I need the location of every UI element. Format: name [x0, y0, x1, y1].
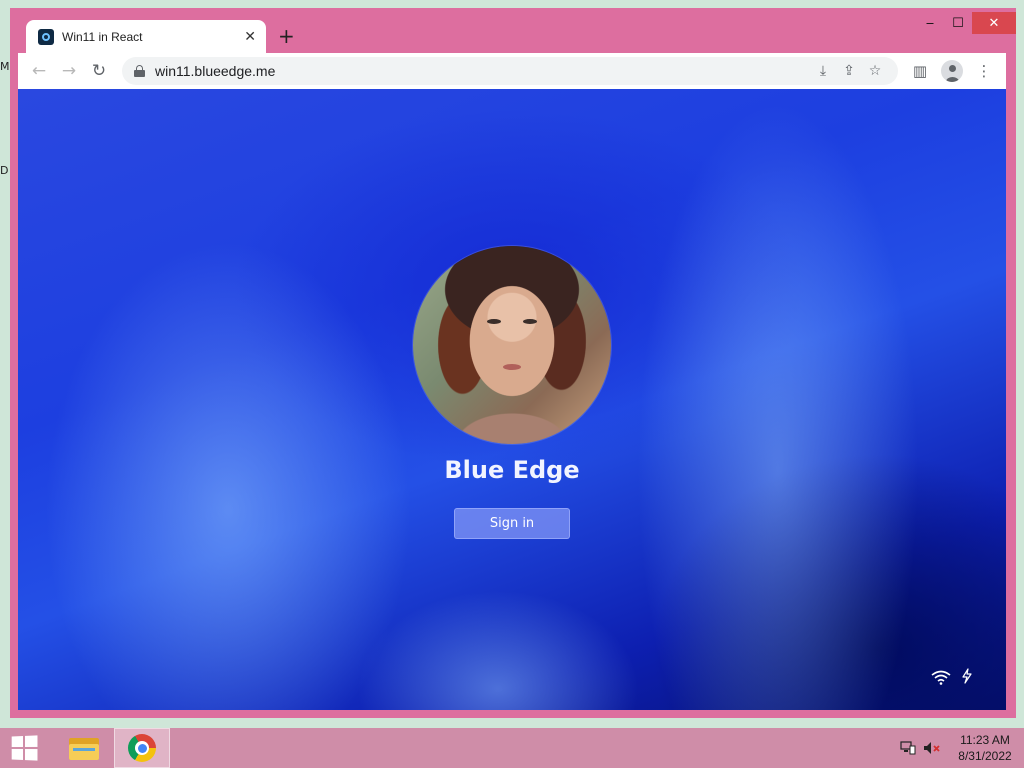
desktop-icon-partial-2[interactable]: D — [0, 164, 8, 177]
browser-tab[interactable]: Win11 in React ✕ — [26, 20, 266, 53]
profile-button[interactable] — [936, 56, 968, 86]
taskbar-clock[interactable]: 11:23 AM 8/31/2022 — [950, 732, 1020, 764]
windows-logo-icon — [11, 735, 38, 761]
favicon-icon — [38, 28, 54, 45]
taskbar-chrome[interactable] — [114, 728, 170, 768]
bookmark-star-icon[interactable]: ☆ — [862, 63, 888, 79]
network-icon[interactable] — [896, 728, 920, 768]
lock-screen: Blue Edge Sign in — [18, 89, 1006, 710]
reload-button[interactable]: ↻ — [84, 56, 114, 86]
window-controls: ‒ ☐ ✕ — [916, 12, 1016, 34]
close-window-button[interactable]: ✕ — [972, 12, 1016, 34]
profile-avatar-icon — [941, 60, 963, 82]
battery-charging-icon[interactable] — [960, 668, 974, 684]
browser-toolbar: ← → ↻ win11.blueedge.me ⤓ ⇪ ☆ ▥ ⋮ — [18, 53, 1006, 89]
share-icon[interactable]: ⇪ — [836, 63, 862, 79]
side-panel-icon[interactable]: ▥ — [904, 56, 936, 86]
desktop-icon-partial-1[interactable]: M — [0, 60, 10, 73]
maximize-button[interactable]: ☐ — [944, 12, 972, 34]
wifi-icon[interactable] — [931, 669, 951, 685]
folder-icon — [69, 736, 99, 760]
new-tab-button[interactable]: + — [278, 24, 295, 48]
install-app-icon[interactable]: ⤓ — [810, 63, 836, 79]
forward-button[interactable]: → — [54, 56, 84, 86]
back-button[interactable]: ← — [24, 56, 54, 86]
tab-close-icon[interactable]: ✕ — [244, 29, 256, 45]
minimize-button[interactable]: ‒ — [916, 12, 944, 34]
user-name: Blue Edge — [444, 456, 580, 484]
clock-time: 11:23 AM — [960, 733, 1010, 747]
volume-muted-icon[interactable] — [920, 728, 944, 768]
user-avatar — [413, 246, 611, 444]
lock-icon[interactable] — [134, 65, 145, 77]
browser-window: ‒ ☐ ✕ Win11 in React ✕ + ← → ↻ win11.blu… — [10, 8, 1016, 718]
clock-date: 8/31/2022 — [958, 749, 1012, 763]
url-text[interactable]: win11.blueedge.me — [155, 63, 810, 79]
system-tray: 11:23 AM 8/31/2022 — [896, 728, 1024, 768]
start-button[interactable] — [0, 728, 48, 768]
browser-menu-icon[interactable]: ⋮ — [968, 56, 1000, 86]
taskbar: 11:23 AM 8/31/2022 — [0, 728, 1024, 768]
tab-title: Win11 in React — [62, 29, 143, 44]
sign-in-button[interactable]: Sign in — [454, 508, 570, 539]
address-bar[interactable]: win11.blueedge.me ⤓ ⇪ ☆ — [122, 57, 898, 85]
chrome-icon — [128, 734, 156, 762]
taskbar-file-explorer[interactable] — [56, 728, 112, 768]
